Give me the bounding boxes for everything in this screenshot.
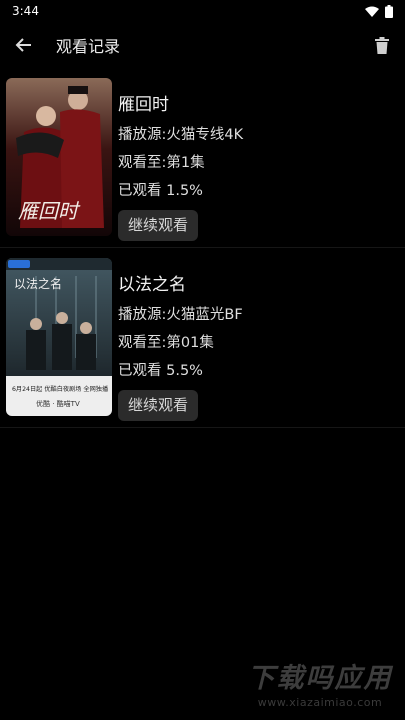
delete-history-button[interactable] [369,32,395,58]
watermark-url: www.xiazaimiao.com [257,696,383,709]
drama-title: 以法之名 [118,275,186,295]
trash-icon [375,36,389,54]
history-info: 以法之名 播放源:火猫蓝光BF 观看至:第01集 已观看 5.5% 继续观看 [118,270,395,421]
wifi-icon [365,6,379,17]
history-list: 雁回时 雁回时 播放源:火猫专线4K 观看至:第1集 已观看 1.5% 继续观看 [0,76,405,428]
status-time: 3:44 [12,4,39,18]
poster-image[interactable]: 雁回时 [6,78,112,236]
status-icons [365,4,393,18]
poster-footer-text: 6月24日起 优酷白夜剧场 全网独播 [12,385,109,393]
battery-icon [385,4,393,18]
back-button[interactable] [0,22,48,68]
arrow-left-icon [15,38,31,52]
continue-watching-button[interactable]: 继续观看 [118,390,199,421]
poster-title-text: 以法之名 [14,276,62,291]
watched-percent: 已观看 1.5% [118,183,203,199]
watched-episode: 观看至:第01集 [118,335,214,351]
watched-percent: 已观看 5.5% [118,363,203,379]
app-bar: 观看记录 [0,22,405,68]
play-source: 播放源:火猫专线4K [118,127,244,143]
poster-brands-text: 优酷 · 酷喵TV [36,399,80,408]
poster-image[interactable]: 以法之名 6月24日起 优酷白夜剧场 全网独播 优酷 · 酷喵TV [6,258,112,416]
poster-title-text: 雁回时 [18,199,81,223]
play-source: 播放源:火猫蓝光BF [118,307,243,323]
status-bar: 3:44 [0,0,405,22]
watched-episode: 观看至:第1集 [118,155,205,171]
history-info: 雁回时 播放源:火猫专线4K 观看至:第1集 已观看 1.5% 继续观看 [118,90,395,241]
continue-watching-button[interactable]: 继续观看 [118,210,199,241]
site-watermark: 下载吗应用 www.xiazaimiao.com [240,662,400,716]
watermark-logo-text: 下载吗应用 [247,663,393,694]
history-item[interactable]: 雁回时 雁回时 播放源:火猫专线4K 观看至:第1集 已观看 1.5% 继续观看 [0,76,405,248]
history-item[interactable]: 以法之名 6月24日起 优酷白夜剧场 全网独播 优酷 · 酷喵TV 以法之名 播… [0,256,405,428]
drama-title: 雁回时 [118,95,169,115]
page-title: 观看记录 [56,37,121,56]
